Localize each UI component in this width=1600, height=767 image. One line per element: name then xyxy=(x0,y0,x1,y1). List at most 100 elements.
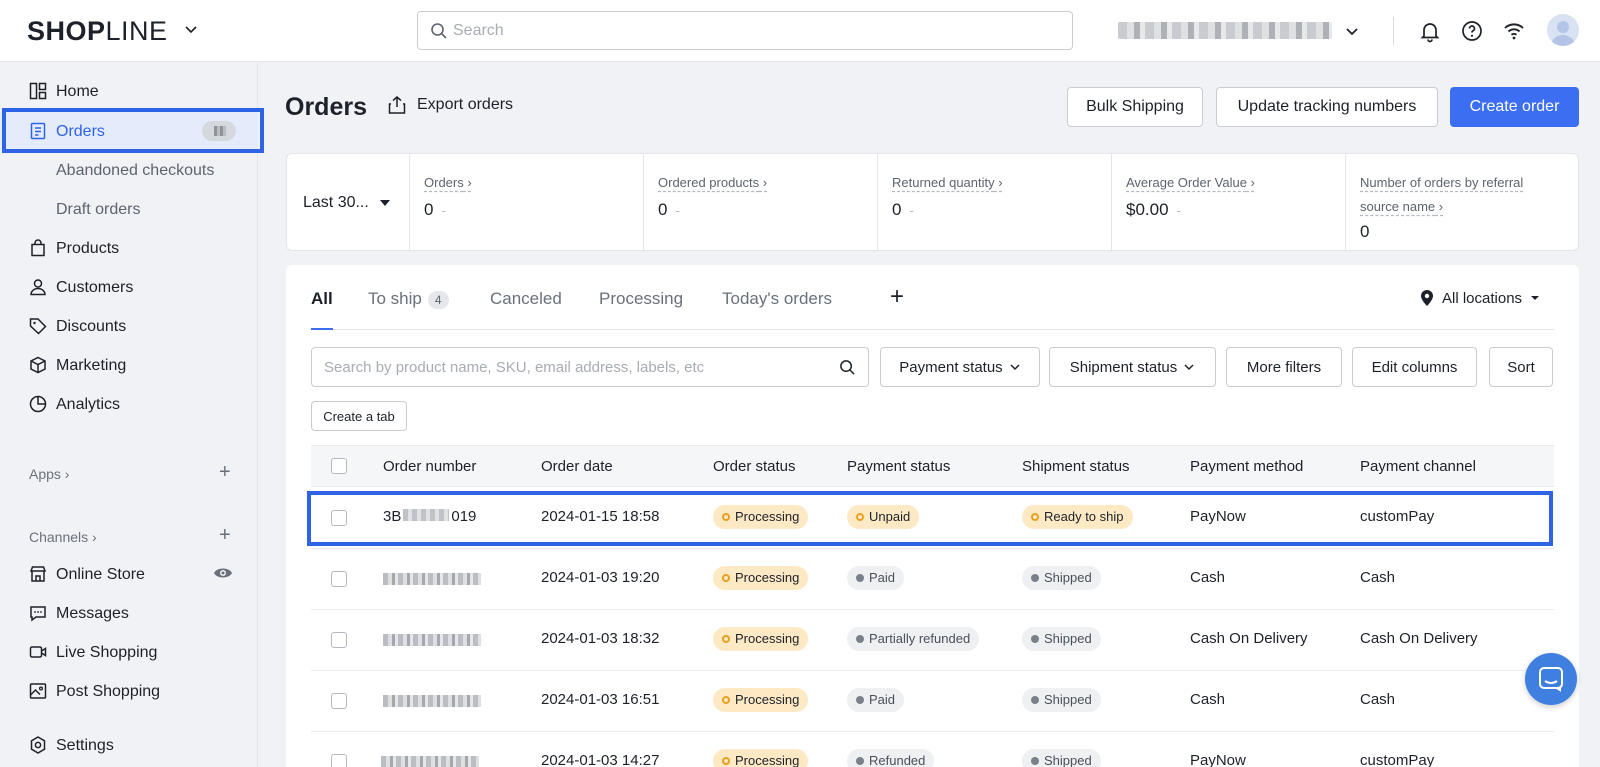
column-header[interactable]: Payment method xyxy=(1190,458,1303,475)
order-search-input[interactable]: Search by product name, SKU, email addre… xyxy=(311,347,869,387)
store-name-redacted[interactable] xyxy=(1118,22,1332,39)
table-row[interactable]: 2024-01-03 19:20 Processing Paid Shipped… xyxy=(311,549,1554,610)
locations-select[interactable]: All locations xyxy=(1420,289,1540,307)
tab-processing[interactable]: Processing xyxy=(599,289,683,309)
shopline-logo[interactable]: SHOPLINE xyxy=(27,16,168,47)
sidebar-item-label: Settings xyxy=(56,737,114,754)
tab-canceled[interactable]: Canceled xyxy=(490,289,562,309)
caret-down-icon[interactable] xyxy=(380,200,390,206)
sidebar-item-draft-orders[interactable]: Draft orders xyxy=(0,190,258,228)
apps-section-header[interactable]: Apps › xyxy=(29,466,69,482)
sidebar-item-live-shopping[interactable]: Live Shopping xyxy=(0,633,258,671)
wifi-icon[interactable] xyxy=(1502,19,1526,43)
bell-icon[interactable] xyxy=(1418,19,1442,43)
sidebar-item-home[interactable]: Home xyxy=(0,72,258,110)
tab-divider xyxy=(311,329,1554,330)
chevron-down-icon[interactable] xyxy=(184,22,198,36)
column-header[interactable]: Payment status xyxy=(847,458,950,475)
chevron-down-icon xyxy=(1010,364,1020,371)
sidebar-item-messages[interactable]: Messages xyxy=(0,594,258,632)
gear-icon xyxy=(30,736,46,754)
row-checkbox[interactable] xyxy=(331,632,347,648)
location-pin-icon xyxy=(1421,290,1433,306)
row-checkbox[interactable] xyxy=(331,571,347,587)
shipment-status-badge: Shipped xyxy=(1022,749,1101,767)
table-row[interactable]: 2024-01-03 16:51 Processing Paid Shipped… xyxy=(311,671,1554,732)
more-filters-button[interactable]: More filters xyxy=(1226,347,1342,387)
sidebar-item-marketing[interactable]: Marketing xyxy=(0,346,258,384)
top-bar: SHOPLINE Search xyxy=(0,0,1600,62)
order-number-redacted[interactable] xyxy=(383,573,481,585)
highlight-orders-annotation xyxy=(2,108,264,153)
sidebar-item-label: Messages xyxy=(56,605,129,622)
row-checkbox[interactable] xyxy=(331,754,347,767)
sidebar-item-label: Marketing xyxy=(56,357,127,374)
order-number-redacted[interactable] xyxy=(381,756,479,767)
help-icon[interactable] xyxy=(1460,19,1484,43)
create-tab-button[interactable]: Create a tab xyxy=(311,401,407,431)
channels-section-header[interactable]: Channels › xyxy=(29,529,97,545)
export-orders-button[interactable]: Export orders xyxy=(387,95,513,115)
sidebar-item-label: Online Store xyxy=(56,566,145,583)
user-icon xyxy=(1551,21,1575,46)
sidebar-item-label: Analytics xyxy=(56,396,121,413)
eye-icon[interactable] xyxy=(213,565,233,581)
order-number-redacted[interactable] xyxy=(383,695,481,707)
store-icon xyxy=(29,566,47,582)
stat-returned-quantity[interactable]: Returned quantity › 0- xyxy=(877,154,1111,250)
select-all-checkbox[interactable] xyxy=(331,458,347,474)
column-header[interactable]: Shipment status xyxy=(1022,458,1130,475)
order-status-badge: Processing xyxy=(713,627,809,651)
search-icon xyxy=(840,360,855,375)
tab-all[interactable]: All xyxy=(311,289,333,309)
payment-method: Cash xyxy=(1190,569,1226,586)
sidebar-item-discounts[interactable]: Discounts xyxy=(0,307,258,345)
export-orders-label: Export orders xyxy=(417,96,514,113)
create-order-button[interactable]: Create order xyxy=(1450,87,1579,127)
support-chat-button[interactable] xyxy=(1525,653,1577,705)
stat-orders[interactable]: Orders › 0- xyxy=(409,154,643,250)
global-search-input[interactable]: Search xyxy=(417,11,1073,50)
home-icon xyxy=(29,82,47,100)
chevron-down-icon xyxy=(1184,364,1194,371)
sort-button[interactable]: Sort xyxy=(1489,347,1553,387)
highlight-row-annotation xyxy=(307,491,1553,546)
payment-status-filter[interactable]: Payment status xyxy=(880,347,1040,387)
sidebar-item-products[interactable]: Products xyxy=(0,229,258,267)
sidebar-item-customers[interactable]: Customers xyxy=(0,268,258,306)
order-status-badge: Processing xyxy=(713,566,809,590)
add-channel-button[interactable]: + xyxy=(219,524,231,547)
date-range-select[interactable]: Last 30... xyxy=(303,194,369,212)
column-header[interactable]: Order date xyxy=(541,458,613,475)
sidebar-item-label: Abandoned checkouts xyxy=(56,162,215,179)
sidebar-item-analytics[interactable]: Analytics xyxy=(0,385,258,423)
chevron-down-icon[interactable] xyxy=(1344,23,1360,39)
shipment-status-filter[interactable]: Shipment status xyxy=(1049,347,1216,387)
update-tracking-button[interactable]: Update tracking numbers xyxy=(1216,87,1438,127)
sidebar-item-post-shopping[interactable]: Post Shopping xyxy=(0,672,258,710)
stat-ordered-products[interactable]: Ordered products › 0- xyxy=(643,154,877,250)
add-tab-button[interactable]: + xyxy=(890,283,904,311)
column-header[interactable]: Order status xyxy=(713,458,796,475)
payment-channel: Cash xyxy=(1360,691,1396,708)
avatar[interactable] xyxy=(1547,14,1579,46)
payment-status-badge: Paid xyxy=(847,688,905,712)
table-row[interactable]: 2024-01-03 14:27 Processing Refunded Shi… xyxy=(311,732,1554,767)
row-checkbox[interactable] xyxy=(331,693,347,709)
bulk-shipping-button[interactable]: Bulk Shipping xyxy=(1067,87,1203,127)
tab-to-ship[interactable]: To ship 4 xyxy=(368,289,449,309)
tab-todays-orders[interactable]: Today's orders xyxy=(722,289,832,309)
order-stats-panel: Last 30... Orders › 0- Ordered products … xyxy=(286,153,1579,251)
column-header[interactable]: Order number xyxy=(383,458,476,475)
edit-columns-button[interactable]: Edit columns xyxy=(1352,347,1477,387)
stat-average-order-value[interactable]: Average Order Value › $0.00- xyxy=(1111,154,1345,250)
table-row[interactable]: 2024-01-03 18:32 Processing Partially re… xyxy=(311,610,1554,671)
sidebar-item-label: Home xyxy=(56,83,99,100)
sidebar-item-settings[interactable]: Settings xyxy=(0,726,258,764)
person-icon xyxy=(30,279,46,296)
add-app-button[interactable]: + xyxy=(219,461,231,484)
column-header[interactable]: Payment channel xyxy=(1360,458,1476,475)
stat-orders-by-referral[interactable]: Number of orders by referral source name … xyxy=(1345,154,1578,250)
sidebar-item-abandoned-checkouts[interactable]: Abandoned checkouts xyxy=(0,151,258,189)
order-number-redacted[interactable] xyxy=(383,634,481,646)
